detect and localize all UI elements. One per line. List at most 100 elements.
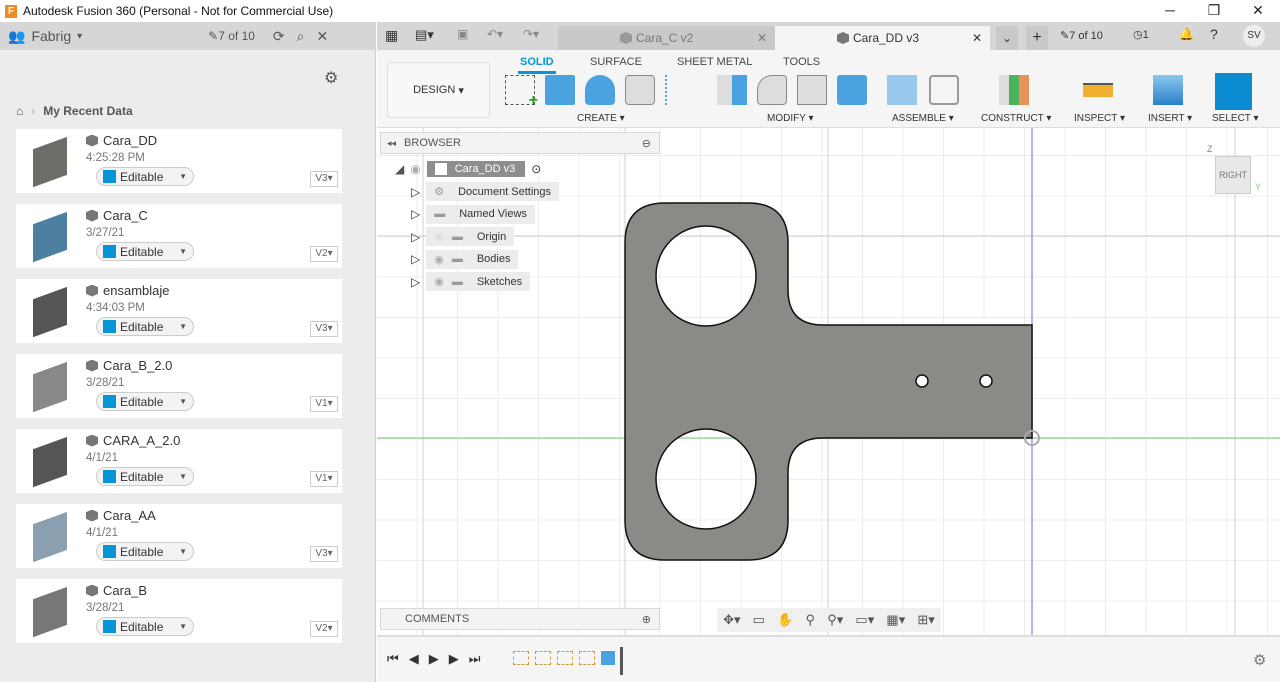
recent-data-item[interactable]: Cara_AA 4/1/21 Editable ▼ V3▾ [16, 504, 342, 568]
node-label-box[interactable]: ▬ Named Views [426, 204, 535, 224]
insert-image-icon[interactable] [1153, 75, 1183, 105]
timeline-settings-icon[interactable]: ⚙ [1253, 651, 1266, 669]
recent-data-item[interactable]: Cara_DD 4:25:28 PM Editable ▼ V3▾ [16, 129, 342, 193]
grid-menu-icon[interactable]: ▦ [385, 27, 398, 44]
editable-dropdown[interactable]: Editable ▼ [96, 617, 194, 636]
close-tab-icon[interactable]: ✕ [972, 31, 982, 45]
insert-menu[interactable]: INSERT ▾ [1148, 113, 1192, 124]
job-status[interactable]: ◷1 [1133, 28, 1149, 41]
revolve-icon[interactable] [585, 75, 615, 105]
select-icon[interactable] [1215, 73, 1252, 110]
refresh-icon[interactable]: ⟳ [273, 28, 285, 45]
combine-icon[interactable] [837, 75, 867, 105]
previous-step-icon[interactable]: ◀ [409, 651, 419, 667]
joint-icon[interactable] [929, 75, 959, 105]
expand-icon[interactable]: ▷ [411, 252, 420, 266]
item-name[interactable]: Cara_DD [103, 133, 157, 148]
version-dropdown[interactable]: V3▾ [310, 321, 338, 337]
orbit-icon[interactable]: ✥▾ [723, 612, 740, 628]
assemble-menu[interactable]: ASSEMBLE ▾ [892, 113, 954, 124]
workspace-switcher[interactable]: DESIGN ▾ [387, 62, 490, 118]
expand-icon[interactable]: ▷ [411, 230, 420, 244]
look-at-icon[interactable]: ▭ [753, 612, 765, 628]
design-thumbnail[interactable] [20, 210, 80, 263]
timeline-marker[interactable] [620, 647, 623, 675]
tab-sheet-metal[interactable]: SHEET METAL [677, 56, 752, 68]
expand-icon[interactable]: ▷ [411, 207, 420, 221]
modify-menu[interactable]: MODIFY ▾ [767, 113, 814, 124]
breadcrumb-current[interactable]: My Recent Data [43, 104, 132, 118]
eye-icon[interactable]: ◉ [410, 162, 420, 176]
new-component-icon[interactable] [887, 75, 917, 105]
tab-surface[interactable]: SURFACE [590, 56, 642, 68]
grid-settings-icon[interactable]: ▦▾ [886, 612, 905, 628]
editable-dropdown[interactable]: Editable ▼ [96, 467, 194, 486]
eye-icon[interactable]: ◉ [434, 253, 444, 266]
comments-panel[interactable]: COMMENTS ⊕ [380, 608, 660, 630]
zoom-icon[interactable]: ⚲ [806, 612, 816, 628]
fit-icon[interactable]: ⚲▾ [827, 612, 843, 628]
sketch-feature-icon[interactable] [557, 651, 573, 665]
select-menu[interactable]: SELECT ▾ [1212, 113, 1259, 124]
file-menu-icon[interactable]: ▤▾ [415, 27, 434, 43]
node-label-box[interactable]: ◉ ▬ Bodies [426, 249, 519, 269]
next-step-icon[interactable]: ▶ [449, 651, 459, 667]
close-button[interactable]: ✕ [1238, 0, 1278, 22]
browser-root[interactable]: ◢ ◉ Cara_DD v3 ⊙ [395, 161, 541, 177]
editable-dropdown[interactable]: Editable ▼ [96, 542, 194, 561]
play-icon[interactable]: ▶ [429, 651, 439, 667]
minimize-panel-icon[interactable]: ⊖ [642, 137, 651, 150]
press-pull-icon[interactable] [717, 75, 747, 105]
team-selector[interactable]: Fabrig [31, 28, 71, 44]
browser-node[interactable]: ▷ ▬ Named Views [411, 204, 535, 224]
recent-data-item[interactable]: CARA_A_2.0 4/1/21 Editable ▼ V1▾ [16, 429, 342, 493]
inspect-menu[interactable]: INSPECT ▾ [1074, 113, 1125, 124]
fillet-icon[interactable] [757, 75, 787, 105]
root-component[interactable]: Cara_DD v3 [426, 161, 526, 177]
item-name[interactable]: Cara_B [103, 583, 147, 598]
avatar[interactable]: SV [1243, 25, 1265, 47]
measure-icon[interactable] [1083, 83, 1113, 97]
node-label-box[interactable]: ◉ ▬ Sketches [426, 272, 531, 291]
chevron-down-icon[interactable]: ▾ [77, 31, 82, 42]
extrude-feature-icon[interactable] [601, 651, 615, 665]
item-name[interactable]: Cara_B_2.0 [103, 358, 172, 373]
expand-icon[interactable]: ▷ [411, 275, 420, 289]
recent-data-item[interactable]: Cara_B 3/28/21 Editable ▼ V2▾ [16, 579, 342, 643]
new-tab-button[interactable]: + [1026, 26, 1048, 50]
redo-icon[interactable]: ↷▾ [523, 27, 539, 41]
browser-node[interactable]: ▷ ⚙ Document Settings [411, 182, 560, 201]
tab-solid[interactable]: SOLID [518, 56, 556, 74]
item-name[interactable]: Cara_C [103, 208, 148, 223]
design-thumbnail[interactable] [20, 510, 80, 563]
version-dropdown[interactable]: V3▾ [310, 171, 338, 187]
editable-dropdown[interactable]: Editable ▼ [96, 167, 194, 186]
editable-dropdown[interactable]: Editable ▼ [96, 392, 194, 411]
view-cube[interactable]: RIGHT [1215, 156, 1251, 194]
close-tab-icon[interactable]: ✕ [757, 31, 767, 45]
display-settings-icon[interactable]: ▭▾ [855, 612, 874, 628]
create-sketch-icon[interactable]: + [505, 75, 538, 109]
browser-node[interactable]: ▷ ◉ ▬ Bodies [411, 249, 519, 269]
item-name[interactable]: Cara_AA [103, 508, 156, 523]
design-thumbnail[interactable] [20, 435, 80, 488]
browser-node[interactable]: ▷ ◉ ▬ Origin [411, 227, 515, 246]
recent-data-item[interactable]: ensamblaje 4:34:03 PM Editable ▼ V3▾ [16, 279, 342, 343]
version-dropdown[interactable]: V3▾ [310, 546, 338, 562]
shell-icon[interactable] [797, 75, 827, 105]
sketch-feature-icon[interactable] [513, 651, 529, 665]
first-step-icon[interactable]: ⏮ [387, 651, 399, 667]
node-label-box[interactable]: ⚙ Document Settings [426, 182, 560, 201]
version-dropdown[interactable]: V1▾ [310, 471, 338, 487]
activate-icon[interactable]: ⊙ [531, 162, 541, 176]
tab-cara-dd[interactable]: Cara_DD v3 ✕ [775, 26, 990, 50]
add-comment-icon[interactable]: ⊕ [642, 613, 651, 626]
hole-icon[interactable] [625, 75, 655, 105]
expand-icon[interactable]: ▷ [411, 185, 420, 199]
help-icon[interactable]: ? [1210, 26, 1218, 42]
save-icon[interactable]: ▣ [457, 27, 468, 41]
recent-data-item[interactable]: Cara_B_2.0 3/28/21 Editable ▼ V1▾ [16, 354, 342, 418]
item-name[interactable]: CARA_A_2.0 [103, 433, 180, 448]
design-thumbnail[interactable] [20, 360, 80, 413]
editable-dropdown[interactable]: Editable ▼ [96, 317, 194, 336]
